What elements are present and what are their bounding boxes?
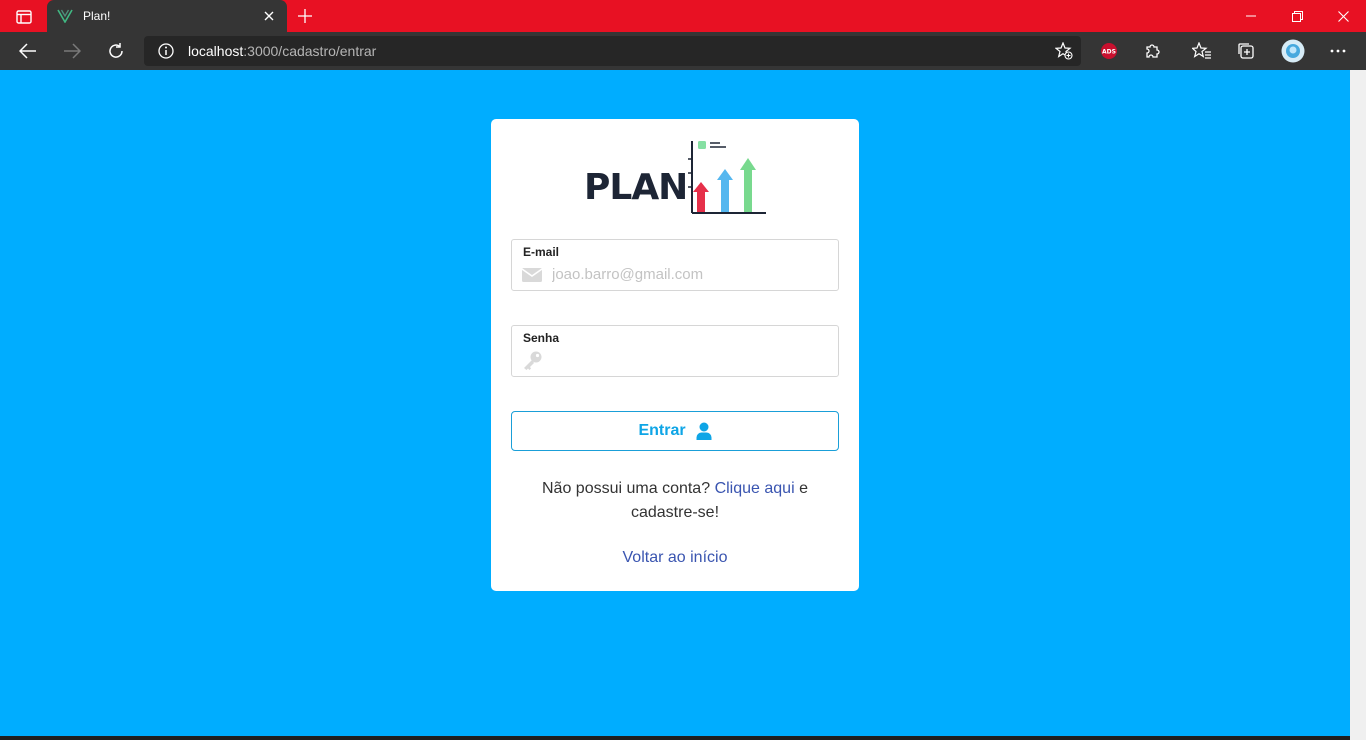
- growth-chart-logo-icon: [688, 141, 766, 214]
- browser-toolbar: localhost:3000/cadastro/entrar ADS: [0, 32, 1366, 70]
- envelope-icon: [521, 268, 543, 282]
- forward-arrow-icon[interactable]: [56, 35, 88, 67]
- user-icon: [696, 422, 712, 440]
- address-bar[interactable]: localhost:3000/cadastro/entrar: [144, 36, 1081, 66]
- email-label: E-mail: [523, 245, 560, 259]
- signup-prefix: Não possui uma conta?: [542, 480, 711, 497]
- profile-avatar[interactable]: [1280, 38, 1306, 64]
- browser-titlebar: Plan!: [0, 0, 1366, 32]
- collections-icon[interactable]: [1234, 39, 1258, 63]
- refresh-icon[interactable]: [100, 35, 132, 67]
- enter-button-label: Entrar: [638, 422, 686, 439]
- back-arrow-icon[interactable]: [12, 35, 44, 67]
- email-input[interactable]: [552, 263, 830, 285]
- browser-tab[interactable]: Plan!: [47, 0, 287, 32]
- ads-extension-icon[interactable]: ADS: [1097, 39, 1121, 63]
- tab-title: Plan!: [83, 9, 111, 23]
- more-menu-icon[interactable]: [1326, 39, 1350, 63]
- new-tab-icon[interactable]: [292, 4, 318, 28]
- back-to-home-link[interactable]: Voltar ao início: [491, 549, 859, 567]
- ads-badge-text: ADS: [1102, 49, 1116, 56]
- vue-favicon-icon: [57, 8, 73, 24]
- plan-logo: PLAN: [584, 139, 768, 215]
- page-scrollbar[interactable]: [1350, 70, 1366, 740]
- favorites-icon[interactable]: [1190, 39, 1214, 63]
- key-icon: [524, 351, 542, 370]
- password-field[interactable]: Senha: [511, 325, 839, 377]
- window-close-icon[interactable]: [1320, 0, 1366, 32]
- tab-actions-icon[interactable]: [8, 6, 40, 28]
- minimize-icon[interactable]: [1228, 0, 1274, 32]
- logo-text: PLAN: [584, 167, 688, 208]
- password-input[interactable]: [552, 349, 830, 371]
- site-info-icon[interactable]: [158, 43, 174, 59]
- url-host: localhost: [188, 43, 244, 59]
- signup-prompt: Não possui uma conta? Clique aqui e cada…: [531, 477, 819, 525]
- signup-link[interactable]: Clique aqui: [715, 480, 795, 497]
- extensions-icon[interactable]: [1141, 39, 1165, 63]
- page-bottom-strip: [0, 736, 1350, 740]
- email-field[interactable]: E-mail: [511, 239, 839, 291]
- tab-close-icon[interactable]: [261, 8, 277, 24]
- enter-button[interactable]: Entrar: [511, 411, 839, 451]
- url-path: :3000/cadastro/entrar: [243, 43, 377, 59]
- add-favorite-icon[interactable]: [1055, 42, 1073, 60]
- login-card: PLAN E-mail Senha Entrar: [491, 119, 859, 591]
- password-label: Senha: [523, 331, 560, 345]
- restore-icon[interactable]: [1274, 0, 1320, 32]
